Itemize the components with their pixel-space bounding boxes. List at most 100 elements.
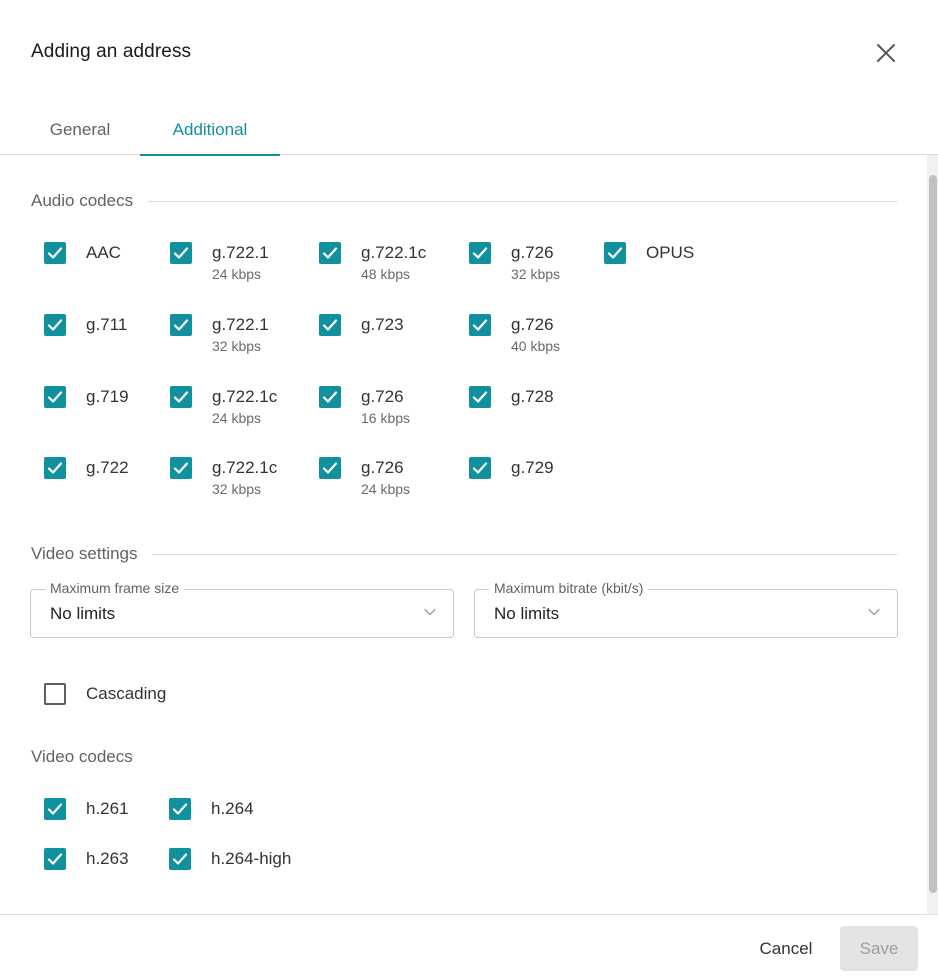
tab-general[interactable]: General <box>20 104 140 155</box>
checkbox[interactable] <box>319 242 341 264</box>
codec-label: h.261 <box>86 799 129 818</box>
checkbox[interactable] <box>44 314 66 336</box>
audio-codec-g726-32[interactable]: g.726 32 kbps <box>469 242 560 283</box>
max-bitrate-label: Maximum bitrate (kbit/s) <box>489 580 649 596</box>
video-codec-h263[interactable]: h.263 <box>44 848 129 870</box>
checkbox[interactable] <box>170 457 192 479</box>
check-icon <box>607 247 623 259</box>
checkbox[interactable] <box>170 242 192 264</box>
audio-codec-g726-24[interactable]: g.726 24 kbps <box>319 457 410 498</box>
codec-bitrate: 40 kbps <box>511 338 561 354</box>
check-icon <box>173 391 189 403</box>
codec-label: g.722.1 <box>212 243 269 262</box>
max-bitrate-value: No limits <box>494 604 560 623</box>
check-icon <box>322 319 338 331</box>
codec-bitrate: 48 kbps <box>361 266 411 282</box>
dialog-content: Audio codecs AAC g.722.1 24 kbps g.722.1c… <box>0 155 938 914</box>
check-icon <box>173 247 189 259</box>
codec-label: g.723 <box>361 315 404 334</box>
checkbox[interactable] <box>469 242 491 264</box>
codec-bitrate: 32 kbps <box>212 338 262 354</box>
video-codec-h264-high[interactable]: h.264-high <box>169 848 291 870</box>
checkbox[interactable] <box>169 848 191 870</box>
checkbox[interactable] <box>44 798 66 820</box>
checkbox[interactable] <box>604 242 626 264</box>
codec-label: g.711 <box>86 315 128 334</box>
video-codecs-title: Video codecs <box>31 747 133 766</box>
check-icon <box>322 462 338 474</box>
checkbox[interactable] <box>44 457 66 479</box>
audio-codec-g7221-32[interactable]: g.722.1 32 kbps <box>170 314 269 355</box>
check-icon <box>47 391 63 403</box>
audio-codec-g7221c-48[interactable]: g.722.1c 48 kbps <box>319 242 426 283</box>
check-icon <box>472 247 488 259</box>
check-icon <box>472 462 488 474</box>
check-icon <box>172 853 188 865</box>
divider <box>152 553 898 555</box>
audio-codec-g726-16[interactable]: g.726 16 kbps <box>319 386 410 427</box>
audio-codec-g7221c-24[interactable]: g.722.1c 24 kbps <box>170 386 277 427</box>
checkbox[interactable] <box>44 386 66 408</box>
checkbox[interactable] <box>169 798 191 820</box>
codec-label: OPUS <box>646 243 695 262</box>
checkbox[interactable] <box>44 242 66 264</box>
codec-label: h.263 <box>86 849 129 868</box>
codec-bitrate: 24 kbps <box>212 266 262 282</box>
check-icon <box>47 462 63 474</box>
check-icon <box>322 247 338 259</box>
cascading-label: Cascading <box>86 684 167 703</box>
close-button[interactable] <box>871 38 901 68</box>
audio-codec-aac[interactable]: AAC <box>44 242 121 264</box>
checkbox[interactable] <box>319 314 341 336</box>
checkbox[interactable] <box>170 386 192 408</box>
audio-codec-g719[interactable]: g.719 <box>44 386 129 408</box>
codec-bitrate: 24 kbps <box>361 481 411 497</box>
codec-label: g.722.1c <box>212 387 278 406</box>
checkbox[interactable] <box>469 457 491 479</box>
codec-label: g.722.1c <box>361 243 427 262</box>
codec-label: g.726 <box>511 315 554 334</box>
checkbox[interactable] <box>170 314 192 336</box>
audio-codec-g723[interactable]: g.723 <box>319 314 404 336</box>
max-frame-size-select[interactable]: Maximum frame size No limits <box>30 580 454 638</box>
save-button[interactable]: Save <box>840 926 918 971</box>
audio-codec-g722[interactable]: g.722 <box>44 457 129 479</box>
audio-codec-g729[interactable]: g.729 <box>469 457 554 479</box>
checkbox[interactable] <box>44 848 66 870</box>
check-icon <box>47 803 63 815</box>
codec-label: g.726 <box>511 243 554 262</box>
cancel-button[interactable]: Cancel <box>744 926 828 971</box>
codec-bitrate: 32 kbps <box>212 481 262 497</box>
cascading-checkbox[interactable]: Cascading <box>44 683 166 705</box>
tab-additional[interactable]: Additional <box>140 104 280 156</box>
checkbox[interactable] <box>469 386 491 408</box>
codec-label: g.722.1 <box>212 315 269 334</box>
checkbox[interactable] <box>44 683 66 705</box>
codec-label: h.264 <box>211 799 254 818</box>
audio-codec-g7221-24[interactable]: g.722.1 24 kbps <box>170 242 269 283</box>
codec-label: g.729 <box>511 458 554 477</box>
audio-codec-g728[interactable]: g.728 <box>469 386 554 408</box>
audio-codec-g726-40[interactable]: g.726 40 kbps <box>469 314 560 355</box>
codec-bitrate: 32 kbps <box>511 266 561 282</box>
checkbox[interactable] <box>319 386 341 408</box>
scrollbar-thumb[interactable] <box>929 175 937 893</box>
check-icon <box>322 391 338 403</box>
check-icon <box>173 462 189 474</box>
audio-codec-g711[interactable]: g.711 <box>44 314 127 336</box>
video-settings-title: Video settings <box>31 544 138 563</box>
max-bitrate-select[interactable]: Maximum bitrate (kbit/s) No limits <box>474 580 898 638</box>
codec-label: g.722.1c <box>212 458 278 477</box>
close-icon <box>877 44 895 62</box>
codec-bitrate: 16 kbps <box>361 410 411 426</box>
max-frame-size-value: No limits <box>50 604 116 623</box>
check-icon <box>47 853 63 865</box>
checkbox[interactable] <box>319 457 341 479</box>
audio-codec-opus[interactable]: OPUS <box>604 242 694 264</box>
checkbox[interactable] <box>469 314 491 336</box>
video-codec-h264[interactable]: h.264 <box>169 798 254 820</box>
codec-label: g.722 <box>86 458 129 477</box>
audio-codec-g7221c-32[interactable]: g.722.1c 32 kbps <box>170 457 277 498</box>
video-codec-h261[interactable]: h.261 <box>44 798 129 820</box>
check-icon <box>47 319 63 331</box>
